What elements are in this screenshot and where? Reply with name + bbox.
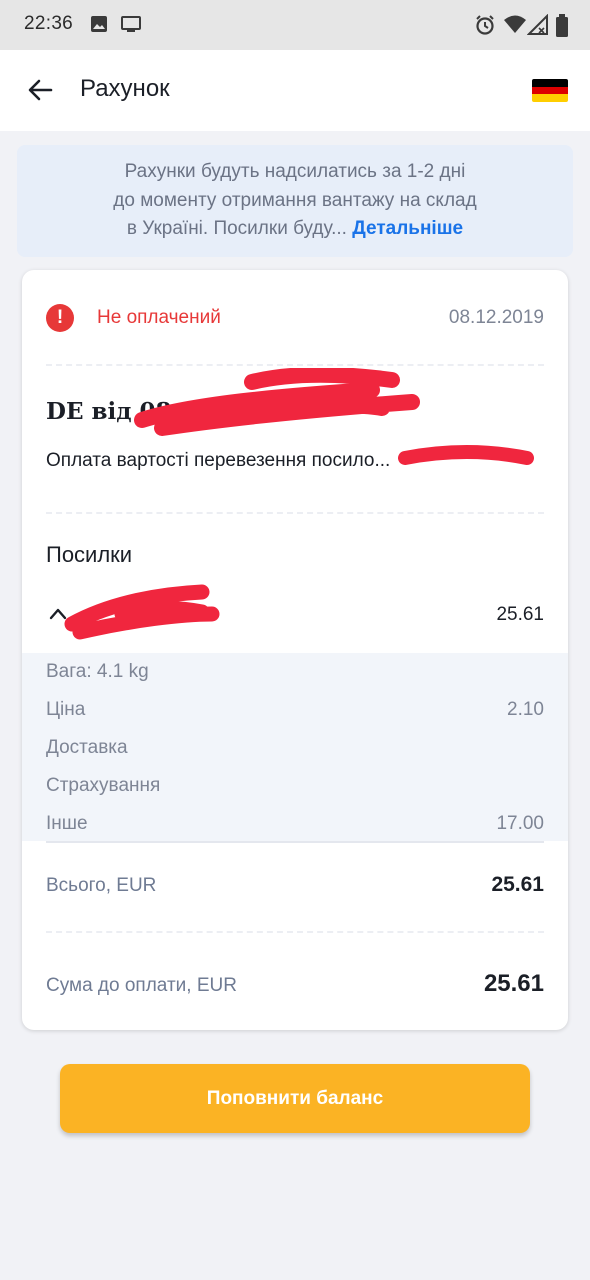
battery-icon [556, 14, 568, 37]
info-text-line1: Рахунки будуть надсилатись за 1-2 дні [124, 161, 466, 182]
wifi-icon [504, 15, 526, 33]
back-button[interactable] [20, 70, 60, 110]
image-icon [91, 16, 107, 32]
info-text-line3-wrap: в Україні. Посилки буду... Детальніше [17, 215, 573, 244]
divider [46, 841, 544, 843]
divider [46, 931, 544, 933]
info-text-line2: до моменту отримання вантажу на склад [113, 189, 477, 211]
amount-due-label: Сума до оплати, EUR [46, 975, 237, 996]
detail-label: Доставка [46, 737, 128, 758]
detail-row-delivery: Доставка [46, 737, 544, 759]
flag-stripe-black [532, 79, 568, 87]
topup-balance-button[interactable]: Поповнити баланс [60, 1064, 530, 1133]
detail-row-other: Інше 17.00 [46, 813, 544, 835]
cast-icon [121, 16, 141, 32]
status-bar: 22:36 [0, 0, 590, 50]
detail-label: Ціна [46, 699, 86, 720]
invoice-card: ! Не оплачений 08.12.2019 DE від 08.12..… [22, 270, 568, 1030]
alarm-icon [476, 15, 494, 35]
info-text-line3: в Україні. Посилки буду... [126, 218, 347, 239]
redaction-scribble [64, 584, 220, 640]
arrow-left-icon [28, 79, 53, 101]
detail-label: Страхування [46, 775, 161, 796]
detail-row-insurance: Страхування [46, 775, 544, 797]
details-link[interactable]: Детальніше [352, 218, 463, 239]
shipment-description: Оплата вартості перевезення посило... [46, 450, 391, 471]
redaction-scribble [134, 368, 420, 436]
flag-germany-icon[interactable] [532, 79, 568, 102]
parcel-details: Вага: 4.1 kg Ціна 2.10 Доставка Страхува… [22, 653, 568, 841]
info-banner: Рахунки будуть надсилатись за 1-2 дні до… [17, 145, 573, 257]
parcels-heading: Посилки [46, 542, 133, 567]
page-title: Рахунок [80, 75, 170, 102]
flag-stripe-gold [532, 94, 568, 102]
signal-icon [527, 14, 548, 35]
parcel-total: 25.61 [496, 604, 544, 625]
status-time: 22:36 [24, 13, 74, 34]
alert-icon: ! [46, 304, 74, 332]
amount-due-value: 25.61 [483, 970, 544, 997]
detail-row-price: Ціна 2.10 [46, 699, 544, 721]
app-header: Рахунок [0, 50, 590, 131]
detail-label: Вага: 4.1 kg [46, 661, 149, 682]
detail-row-weight: Вага: 4.1 kg [46, 661, 544, 683]
detail-value: 2.10 [507, 699, 544, 720]
divider [46, 364, 544, 366]
detail-value: 17.00 [496, 813, 544, 834]
total-value: 25.61 [491, 873, 544, 896]
flag-stripe-red [532, 86, 568, 95]
invoice-status: Не оплачений [97, 307, 221, 328]
detail-label: Інше [46, 813, 88, 834]
redaction-scribble [398, 445, 534, 465]
divider [46, 512, 544, 514]
total-label: Всього, EUR [46, 875, 157, 896]
invoice-date: 08.12.2019 [448, 307, 544, 328]
